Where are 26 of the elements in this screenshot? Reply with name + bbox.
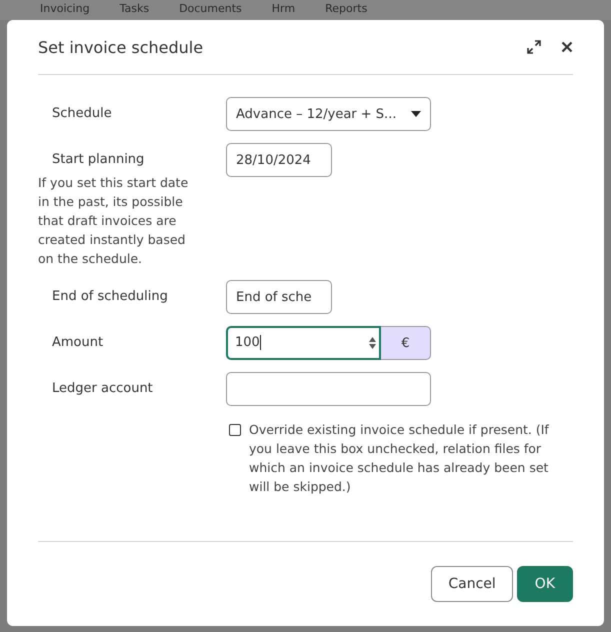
help-text: If you set this start date in the past, its possible that draft invoices are created instantly based on the schedule. — [38, 174, 190, 268]
dialog-title: Set invoice schedule — [38, 38, 204, 56]
checkbox[interactable] — [229, 424, 241, 436]
field-label: Amount — [51, 334, 104, 350]
field-label: End of scheduling — [51, 288, 169, 304]
nav-tab[interactable]: Tasks — [120, 2, 150, 20]
nav-tab[interactable]: Invoicing — [40, 2, 90, 20]
field-label: Schedule — [51, 105, 113, 121]
schedule-select[interactable]: Advance – 12/year + S... — [226, 97, 431, 131]
nav-tab[interactable]: Hrm — [272, 2, 296, 20]
amount-field[interactable]: 100 — [226, 326, 381, 360]
checkbox-label: Override existing invoice schedule if present. (If you leave this box unchecked, relation files for which an invoice schedule has already been set will be skipped.) — [249, 421, 550, 496]
field-label: Start planning — [51, 151, 146, 167]
cancel-button[interactable]: Cancel — [431, 566, 513, 602]
spinner-icon[interactable] — [368, 335, 377, 351]
caret-icon — [411, 111, 421, 117]
input-field[interactable] — [226, 372, 431, 406]
nav-tab[interactable]: Documents — [179, 2, 242, 20]
nav-tab[interactable]: Reports — [325, 2, 368, 20]
currency-addon: € — [381, 326, 431, 360]
input-field[interactable]: End of sche — [226, 280, 332, 314]
ok-button[interactable]: OK — [516, 566, 573, 602]
expand-icon[interactable] — [527, 40, 541, 54]
field-label: Ledger account — [51, 380, 154, 396]
date-field[interactable]: 28/10/2024 — [226, 143, 332, 177]
close-icon[interactable] — [561, 41, 573, 53]
